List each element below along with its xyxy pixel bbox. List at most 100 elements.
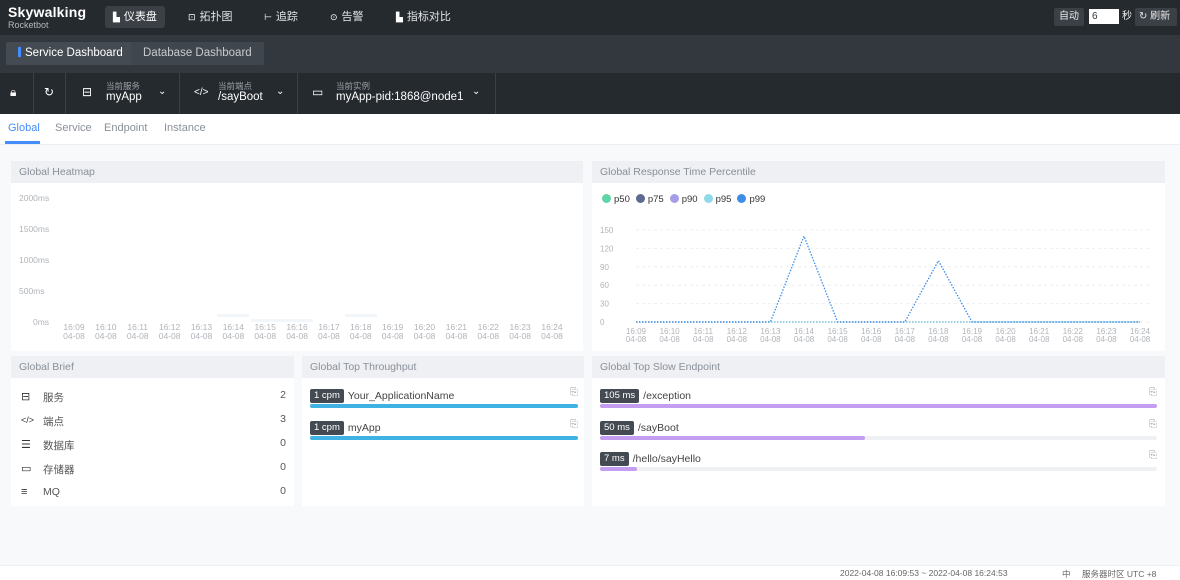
instance-selector[interactable]: ▭ 当前实例 myApp-pid:1868@node1 ⌄ <box>298 73 496 114</box>
clipboard-icon[interactable]: ⎘ <box>570 387 578 398</box>
brief-card: Global Brief ⊟ 服务 2 </> 端点 3 ☰ 数据库 0 ▭ 存… <box>11 356 294 506</box>
tab-service-dashboard[interactable]: Service Dashboard <box>6 42 135 65</box>
throughput-title: Global Top Throughput <box>302 356 584 378</box>
nav-label: 拓扑图 <box>199 11 233 23</box>
legend-item-p90[interactable]: p90 <box>669 194 698 205</box>
tab-database-dashboard[interactable]: Database Dashboard <box>131 42 264 65</box>
nav-label: 指标对比 <box>406 11 451 23</box>
percentile-legend: p50 p75 p90 p95 p99 <box>602 194 771 205</box>
language-toggle[interactable]: 中 <box>1062 568 1071 580</box>
alarm-icon: ⊙ <box>330 12 338 22</box>
brief-value: 0 <box>280 437 286 449</box>
x-tick-label: 04-08 <box>861 335 882 344</box>
brief-value: 2 <box>280 389 286 401</box>
service-selector[interactable]: ⊟ 当前服务 myApp ⌄ <box>66 73 180 114</box>
throughput-bar <box>310 404 578 408</box>
x-tick-label: 16:20 04-08 <box>413 322 436 341</box>
top-nav: Skywalking Rocketbot ▙ 仪表盘 ⊡ 拓扑图 ⊢ 追踪 ⊙ 告警 ▙… <box>0 0 1180 35</box>
clipboard-icon[interactable]: ⎘ <box>1149 450 1157 461</box>
legend-label: p50 <box>614 194 630 205</box>
x-tick-label: 04-08 <box>693 335 714 344</box>
slow-endpoint-bar-track <box>600 467 1157 471</box>
nav-label: 告警 <box>341 11 364 23</box>
x-tick-label: 16:16 04-08 <box>286 322 308 341</box>
server-timezone[interactable]: 服务器时区 UTC +8 <box>1082 568 1156 580</box>
brand-name: Skywalking <box>8 4 87 20</box>
legend-item-p50[interactable]: p50 <box>602 194 630 205</box>
brief-label: 存储器 <box>43 464 75 476</box>
logo[interactable]: Skywalking Rocketbot <box>8 4 87 31</box>
code-icon: </> <box>194 87 209 98</box>
nav-label: 追踪 <box>275 11 298 23</box>
time-range[interactable]: 2022-04-08 16:09:53 ~ 2022-04-08 16:24:5… <box>840 568 1008 578</box>
tab-endpoint[interactable]: Endpoint <box>104 122 147 134</box>
legend-label: p95 <box>715 194 732 205</box>
percentile-card: Global Response Time Percentile p50 p75 p9… <box>592 161 1165 351</box>
auto-refresh-toggle[interactable]: 自动 <box>1054 8 1084 26</box>
footer: 2022-04-08 16:09:53 ~ 2022-04-08 16:24:5… <box>0 565 1180 580</box>
x-tick-label: 04-08 <box>1063 335 1084 344</box>
endpoint-selector[interactable]: </> 当前端点 /sayBoot ⌄ <box>180 73 298 114</box>
nav-label: 仪表盘 <box>123 11 157 23</box>
clipboard-icon[interactable]: ⎘ <box>570 419 578 430</box>
tab-service[interactable]: Service <box>55 122 92 134</box>
percentile-chart: 150120906030016:0904-0816:1004-0816:1104… <box>600 226 1151 344</box>
active-marker <box>18 47 21 57</box>
heatmap-cell <box>345 314 377 317</box>
clipboard-icon[interactable]: ⎘ <box>1149 419 1157 430</box>
reload-button[interactable]: ↻ <box>34 73 66 114</box>
nav-trace[interactable]: ⊢ 追踪 <box>256 6 306 28</box>
nav-compare[interactable]: ▙ 指标对比 <box>388 6 459 28</box>
throughput-name: Your_ApplicationName <box>347 389 455 402</box>
x-tick-label: 04-08 <box>962 335 983 344</box>
x-tick-label: 16:22 04-08 <box>477 322 500 341</box>
brand-sub: Rocketbot <box>8 20 49 30</box>
brief-label: 端点 <box>43 416 64 428</box>
throughput-row: 1 cpm myApp ⎘ <box>310 419 578 440</box>
nav-topology[interactable]: ⊡ 拓扑图 <box>180 6 241 28</box>
legend-dot <box>737 194 747 203</box>
compare-icon: ▙ <box>396 12 403 22</box>
interval-input[interactable]: 6 <box>1089 9 1119 24</box>
dashboard-content: Global Heatmap 2000ms 1500ms 1000ms 500m… <box>0 145 1180 565</box>
throughput-row: 1 cpm Your_ApplicationName ⎘ <box>310 387 578 408</box>
legend-dot <box>703 194 713 203</box>
instance-selector-value: myApp-pid:1868@node1 <box>336 91 464 103</box>
slow-endpoint-tag: 105 ms <box>600 388 640 403</box>
brief-value: 3 <box>280 413 286 425</box>
brief-label: 服务 <box>43 392 64 404</box>
slow-endpoint-bar-track <box>600 436 1157 440</box>
legend-label: p90 <box>681 194 698 205</box>
slow-endpoint-card: Global Top Slow Endpoint 105 ms/exceptio… <box>592 356 1165 506</box>
throughput-name: myApp <box>347 421 381 434</box>
seconds-label: 秒 <box>1122 11 1132 22</box>
x-tick-label: 16:13 04-08 <box>190 322 213 341</box>
x-tick-label: 04-08 <box>760 335 781 344</box>
legend-item-p95[interactable]: p95 <box>703 194 732 205</box>
nav-alarm[interactable]: ⊙ 告警 <box>322 6 372 28</box>
tab-instance[interactable]: Instance <box>164 122 206 134</box>
x-tick-label: 04-08 <box>895 335 916 344</box>
throughput-bar-track <box>310 404 578 408</box>
chevron-down-icon: ⌄ <box>158 86 167 97</box>
refresh-label: 刷新 <box>1150 11 1171 22</box>
legend-item-p99[interactable]: p99 <box>737 194 765 205</box>
clipboard-icon[interactable]: ⎘ <box>1149 387 1157 398</box>
slow-endpoint-row: 7 ms/hello/sayHello ⎘ <box>600 450 1157 471</box>
nav-dashboard[interactable]: ▙ 仪表盘 <box>105 6 165 28</box>
x-tick-label: 16:14 04-08 <box>222 322 245 341</box>
code-icon: </> <box>21 415 35 425</box>
y-tick-label: 500ms <box>19 286 45 296</box>
y-tick-label: 150 <box>600 226 614 235</box>
refresh-button[interactable]: ↻ 刷新 <box>1135 8 1177 26</box>
throughput-bar-track <box>310 436 578 440</box>
slow-endpoint-bar <box>600 404 1157 408</box>
x-tick-label: 16:21 04-08 <box>445 322 468 341</box>
x-tick-label: 16:24 04-08 <box>541 322 563 341</box>
x-tick-label: 04-08 <box>1029 335 1050 344</box>
legend-item-p75[interactable]: p75 <box>635 194 664 205</box>
topology-icon: ⊡ <box>188 12 196 22</box>
lock-button[interactable]: 🔒︎ <box>0 73 34 114</box>
brief-value: 0 <box>280 461 286 473</box>
tab-global[interactable]: Global <box>8 122 40 134</box>
